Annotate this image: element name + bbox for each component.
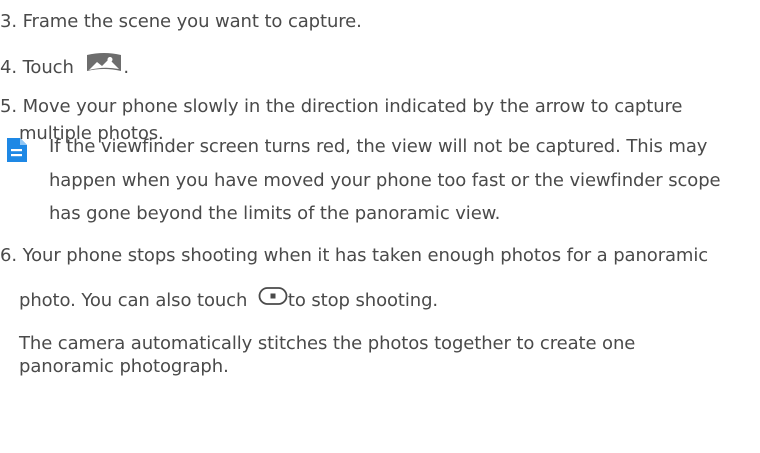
panorama-icon	[85, 51, 123, 81]
stop-shooting-icon	[258, 286, 288, 312]
paragraph-text-1: The camera automatically stitches the ph…	[19, 333, 636, 354]
paragraph-line-2: panoramic photograph.	[19, 356, 229, 378]
note-text-1: If the viewfinder screen turns red, the …	[49, 136, 708, 157]
note-line-1: If the viewfinder screen turns red, the …	[49, 136, 707, 158]
paragraph-text-2: panoramic photograph.	[19, 356, 229, 377]
note-line-2: happen when you have moved your phone to…	[49, 170, 721, 192]
step-3: 3. Frame the scene you want to capture.	[0, 11, 362, 33]
step-4: 4. Touch .	[0, 53, 130, 81]
note-text-3: has gone beyond the limits of the panora…	[49, 203, 501, 224]
step-6-line-1: 6. Your phone stops shooting when it has…	[0, 245, 708, 267]
step-6-text-1: 6. Your phone stops shooting when it has…	[0, 245, 709, 266]
note-text-2: happen when you have moved your phone to…	[49, 170, 721, 191]
note-icon	[7, 138, 27, 162]
note-line-3: has gone beyond the limits of the panora…	[49, 203, 500, 225]
paragraph-line-1: The camera automatically stitches the ph…	[19, 333, 635, 355]
step-4-suffix: .	[123, 57, 130, 78]
step-6-text-2-prefix: photo. You can also touch	[19, 290, 248, 311]
step-4-prefix: 4. Touch	[0, 57, 74, 78]
step-5-line-1: 5. Move your phone slowly in the directi…	[0, 96, 682, 118]
step-6-text-2-suffix: to stop shooting.	[287, 290, 439, 311]
step-3-text: 3. Frame the scene you want to capture.	[0, 11, 362, 32]
document-page: 3. Frame the scene you want to capture. …	[0, 0, 760, 453]
step-5-text-1: 5. Move your phone slowly in the directi…	[0, 96, 683, 117]
step-6-line-2: photo. You can also touch to stop shooti…	[19, 287, 439, 312]
